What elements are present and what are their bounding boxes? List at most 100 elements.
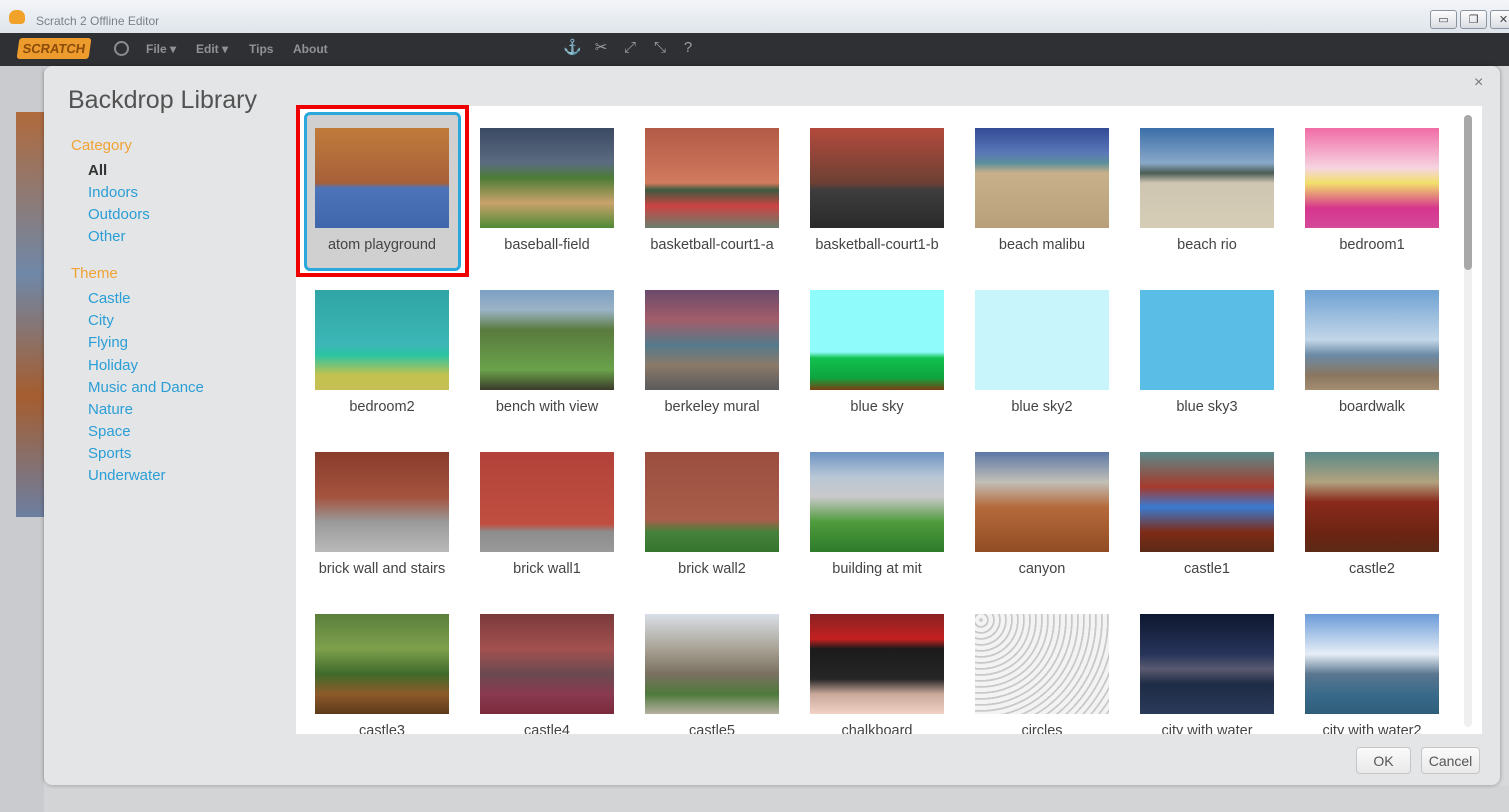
backdrop-tile[interactable]: baseball-field — [461, 106, 617, 262]
theme-space[interactable]: Space — [88, 423, 131, 440]
theme-underwater[interactable]: Underwater — [88, 467, 166, 484]
backdrop-label: blue sky2 — [1011, 399, 1073, 415]
backdrop-label: bedroom1 — [1339, 237, 1405, 253]
theme-sports[interactable]: Sports — [88, 445, 131, 462]
backdrop-tile[interactable]: brick wall and stairs — [296, 430, 452, 586]
backdrop-thumbnail — [645, 614, 779, 714]
backdrop-tile[interactable]: beach malibu — [956, 106, 1112, 262]
menu-tips[interactable]: Tips — [249, 42, 273, 56]
backdrop-thumbnail — [480, 452, 614, 552]
delete-tool-icon[interactable]: ✂ — [593, 39, 609, 57]
theme-nature[interactable]: Nature — [88, 401, 133, 418]
backdrop-thumbnail — [480, 128, 614, 228]
scratch-logo[interactable]: SCRATCH — [16, 38, 92, 59]
backdrop-thumbnail — [810, 452, 944, 552]
category-heading: Category — [71, 137, 132, 154]
globe-icon[interactable] — [114, 41, 129, 56]
backdrop-label: city with water — [1161, 723, 1253, 734]
close-window-button[interactable]: ✕ — [1490, 10, 1509, 29]
backdrop-tile[interactable]: chalkboard — [791, 592, 947, 734]
backdrop-tile[interactable]: boardwalk — [1286, 268, 1442, 424]
backdrop-tile[interactable]: brick wall1 — [461, 430, 617, 586]
backdrop-thumbnail — [315, 614, 449, 714]
backdrop-thumbnail — [480, 614, 614, 714]
backdrop-tile[interactable]: brick wall2 — [626, 430, 782, 586]
backdrop-grid[interactable]: atom playground baseball-field basketball-… — [296, 106, 1482, 734]
backdrop-tile[interactable]: castle3 — [296, 592, 452, 734]
theme-heading: Theme — [71, 265, 118, 282]
backdrop-thumbnail — [480, 290, 614, 390]
backdrop-tile[interactable]: bedroom2 — [296, 268, 452, 424]
backdrop-tile[interactable]: city with water — [1121, 592, 1277, 734]
backdrop-label: castle4 — [524, 723, 570, 734]
cancel-button[interactable]: Cancel — [1421, 747, 1480, 774]
grid-scrollbar[interactable] — [1464, 115, 1472, 727]
backdrop-label: blue sky3 — [1176, 399, 1238, 415]
backdrop-label: basketball-court1-b — [815, 237, 939, 253]
close-icon[interactable]: × — [1474, 74, 1483, 92]
backdrop-tile[interactable]: city with water2 — [1286, 592, 1442, 734]
backdrop-tile[interactable]: circles — [956, 592, 1112, 734]
backdrop-thumbnail — [1305, 290, 1439, 390]
backdrop-label: building at mit — [832, 561, 922, 577]
backdrop-tile[interactable]: castle4 — [461, 592, 617, 734]
category-indoors[interactable]: Indoors — [88, 184, 138, 201]
backdrop-tile[interactable]: atom playground — [296, 106, 461, 271]
backdrop-thumbnail — [810, 614, 944, 714]
backdrop-tile[interactable]: berkeley mural — [626, 268, 782, 424]
backdrop-label: brick wall2 — [678, 561, 746, 577]
backdrop-label: castle1 — [1184, 561, 1230, 577]
backdrop-thumbnail — [975, 128, 1109, 228]
backdrop-label: chalkboard — [841, 723, 913, 734]
backdrop-tile[interactable]: bench with view — [461, 268, 617, 424]
backdrop-label: castle5 — [689, 723, 735, 734]
theme-music-and-dance[interactable]: Music and Dance — [88, 379, 204, 396]
backdrop-label: beach rio — [1177, 237, 1237, 253]
help-tool-icon[interactable]: ? — [680, 39, 696, 57]
backdrop-tile[interactable]: beach rio — [1121, 106, 1277, 262]
minimize-button[interactable]: ▭ — [1430, 10, 1457, 29]
theme-holiday[interactable]: Holiday — [88, 357, 138, 374]
backdrop-label: city with water2 — [1322, 723, 1422, 734]
menu-about[interactable]: About — [293, 42, 328, 56]
backdrop-tile[interactable]: blue sky — [791, 268, 947, 424]
stage-preview — [16, 112, 44, 517]
backdrop-label: bedroom2 — [349, 399, 415, 415]
theme-city[interactable]: City — [88, 312, 114, 329]
backdrop-tile[interactable]: basketball-court1-a — [626, 106, 782, 262]
ok-button[interactable]: OK — [1356, 747, 1411, 774]
menu-file[interactable]: File ▾ — [146, 42, 176, 56]
backdrop-label: beach malibu — [998, 237, 1086, 253]
menu-edit[interactable]: Edit ▾ — [196, 42, 228, 56]
backdrop-thumbnail — [975, 290, 1109, 390]
editor-bottom — [44, 786, 1509, 812]
backdrop-tile[interactable]: bedroom1 — [1286, 106, 1442, 262]
backdrop-thumbnail — [645, 290, 779, 390]
duplicate-tool-icon[interactable]: ⚓ — [563, 39, 582, 57]
backdrop-tile[interactable]: blue sky3 — [1121, 268, 1277, 424]
backdrop-thumbnail — [1140, 128, 1274, 228]
backdrop-label: basketball-court1-a — [650, 237, 774, 253]
theme-castle[interactable]: Castle — [88, 290, 131, 307]
shrink-tool-icon[interactable]: ⤡ — [652, 39, 668, 57]
backdrop-tile[interactable]: blue sky2 — [956, 268, 1112, 424]
scratch-cat-icon — [9, 10, 25, 24]
backdrop-tile[interactable]: basketball-court1-b — [791, 106, 947, 262]
backdrop-label: baseball-field — [504, 237, 590, 253]
theme-flying[interactable]: Flying — [88, 334, 128, 351]
backdrop-tile[interactable]: building at mit — [791, 430, 947, 586]
grow-tool-icon[interactable]: ⤢ — [622, 39, 638, 57]
backdrop-label: brick wall and stairs — [318, 561, 446, 577]
category-all[interactable]: All — [88, 162, 107, 179]
backdrop-tile[interactable]: castle2 — [1286, 430, 1442, 586]
restore-button[interactable]: ❐ — [1460, 10, 1487, 29]
backdrop-tile[interactable]: canyon — [956, 430, 1112, 586]
backdrop-thumbnail — [315, 452, 449, 552]
category-other[interactable]: Other — [88, 228, 126, 245]
backdrop-tile[interactable]: castle5 — [626, 592, 782, 734]
backdrop-label: circles — [1021, 723, 1063, 734]
category-outdoors[interactable]: Outdoors — [88, 206, 150, 223]
scrollbar-thumb[interactable] — [1464, 115, 1472, 270]
backdrop-tile[interactable]: castle1 — [1121, 430, 1277, 586]
window-titlebar: Scratch 2 Offline Editor ▭ ❐ ✕ — [0, 0, 1509, 34]
